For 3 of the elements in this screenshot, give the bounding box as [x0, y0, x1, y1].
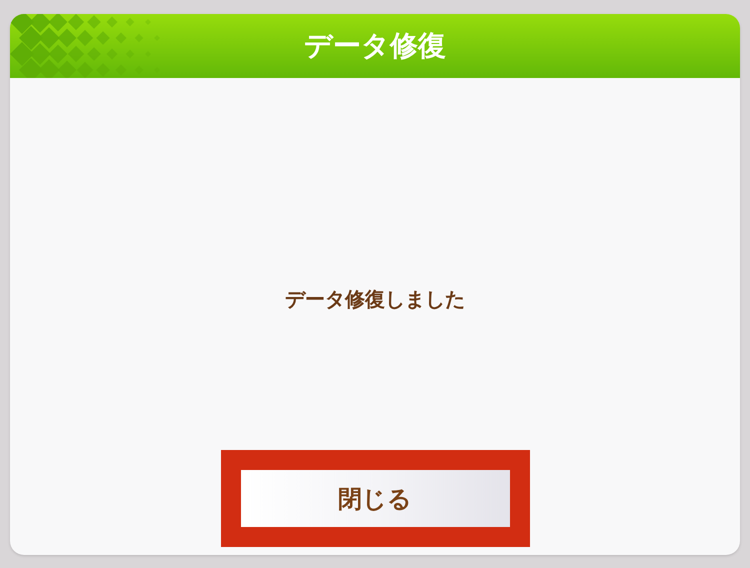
close-button[interactable]: 閉じる: [240, 470, 510, 527]
dialog-title: データ修復: [304, 28, 446, 64]
message-text: データ修復しました: [285, 286, 465, 313]
